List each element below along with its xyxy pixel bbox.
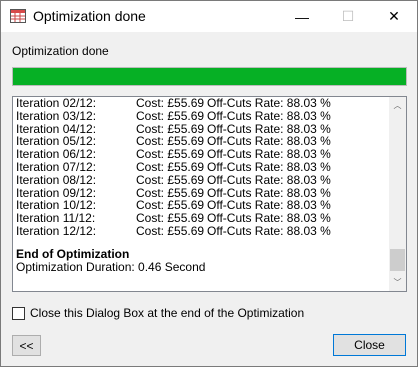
log-row: Iteration 02/12: Cost: £55.69 Off-Cuts Rat… — [16, 97, 388, 110]
window-title: Optimization done — [33, 8, 146, 24]
progress-fill — [13, 68, 406, 85]
log-content: Iteration 02/12: Cost: £55.69 Off-Cuts Rat… — [16, 97, 388, 274]
chevron-up-icon: ︿ — [393, 101, 402, 110]
rate-text: Off-Cuts Rate: 88.03 % — [207, 108, 331, 123]
minimize-icon: — — [295, 8, 309, 25]
iteration-text: Iteration 12/12: — [16, 223, 97, 238]
rate-text: Off-Cuts Rate: 88.03 % — [207, 223, 331, 238]
close-at-end-checkbox[interactable] — [12, 306, 25, 320]
iteration-list: Iteration 02/12: Cost: £55.69 Off-Cuts Rat… — [16, 97, 388, 238]
close-window-button[interactable]: ✕ — [371, 1, 417, 32]
dialog-window: Optimization done — ☐ ✕ Optimization don… — [0, 0, 418, 367]
back-button[interactable]: << — [12, 335, 41, 356]
close-button[interactable]: Close — [333, 334, 406, 356]
iteration-text: Iteration 08/12: — [16, 172, 97, 187]
cost-text: Cost: £55.69 — [136, 172, 205, 187]
title-bar[interactable]: Optimization done — ☐ ✕ — [1, 1, 417, 32]
scrollbar-thumb[interactable] — [390, 249, 405, 271]
iteration-text: Iteration 03/12: — [16, 108, 97, 123]
duration-text: Optimization Duration: 0.46 Second — [16, 259, 206, 274]
cost-text: Cost: £55.69 — [136, 108, 205, 123]
results-log[interactable]: Iteration 02/12: Cost: £55.69 Off-Cuts Rat… — [12, 96, 407, 292]
minimize-button[interactable]: — — [279, 1, 325, 32]
scroll-down-button[interactable]: ﹀ — [389, 274, 406, 291]
maximize-icon: ☐ — [341, 8, 355, 24]
vertical-scrollbar[interactable]: ︿ ﹀ — [389, 97, 406, 291]
chevron-down-icon: ﹀ — [393, 278, 402, 287]
log-row: Iteration 03/12: Cost: £55.69 Off-Cuts Rat… — [16, 108, 388, 123]
log-row: Iteration 12/12: Cost: £55.69 Off-Cuts Rat… — [16, 223, 388, 238]
close-at-end-option[interactable]: Close this Dialog Box at the end of the … — [12, 306, 304, 320]
app-icon — [10, 9, 26, 23]
cost-text: Cost: £55.69 — [136, 223, 205, 238]
maximize-button[interactable]: ☐ — [325, 1, 371, 32]
end-title: End of Optimization — [16, 246, 130, 261]
close-icon: ✕ — [388, 8, 400, 24]
log-row: Iteration 08/12: Cost: £55.69 Off-Cuts Rat… — [16, 172, 388, 187]
log-row: Iteration 07/12: Cost: £55.69 Off-Cuts Rat… — [16, 160, 388, 174]
close-at-end-label: Close this Dialog Box at the end of the … — [30, 306, 305, 320]
scroll-up-button[interactable]: ︿ — [389, 97, 406, 114]
status-label: Optimization done — [12, 44, 109, 58]
progress-bar — [12, 67, 407, 86]
rate-text: Off-Cuts Rate: 88.03 % — [207, 172, 331, 187]
